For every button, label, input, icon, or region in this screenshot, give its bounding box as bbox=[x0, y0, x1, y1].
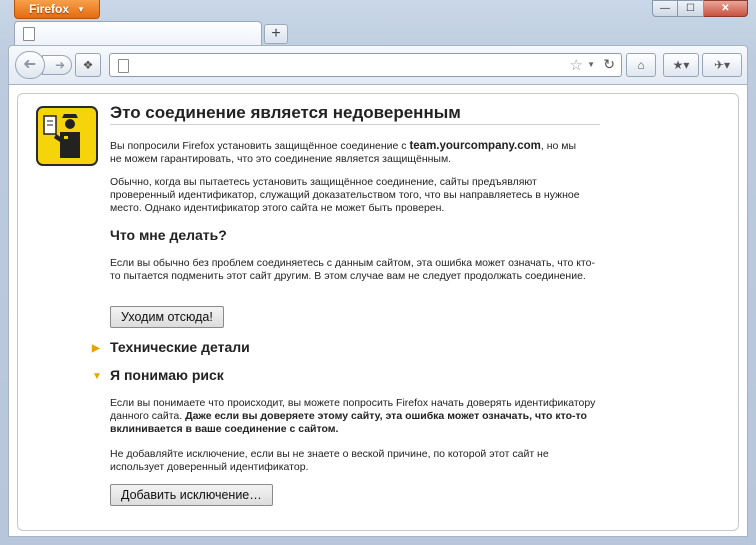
explanation-paragraph: Обычно, когда вы пытаетесь установить за… bbox=[110, 176, 580, 214]
home-icon: ⌂ bbox=[637, 58, 645, 72]
intro-prefix: Вы попросили Firefox установить защищённ… bbox=[110, 140, 410, 152]
technical-details-toggle[interactable]: ▶ Технические детали bbox=[92, 339, 250, 355]
bookmarks-button[interactable]: ★▾ bbox=[663, 53, 699, 77]
home-button[interactable]: ⌂ bbox=[626, 53, 656, 77]
close-button[interactable]: ✕ bbox=[704, 0, 748, 17]
chevron-down-icon[interactable]: ▼ bbox=[587, 60, 595, 69]
navigation-toolbar: ➜ ➜ ❖ ☆ ▼ ↻ ⌂ ★▾ ✈▾ bbox=[8, 45, 748, 85]
tab-active[interactable] bbox=[14, 21, 262, 45]
bookmarks-icon: ★▾ bbox=[672, 58, 690, 72]
cert-error-container: Это соединение является недоверенным Вы … bbox=[17, 93, 739, 531]
forward-button[interactable]: ➜ bbox=[42, 55, 72, 75]
group-icon: ❖ bbox=[82, 58, 94, 72]
page-title: Это соединение является недоверенным bbox=[110, 104, 600, 125]
window-controls: — ☐ ✕ bbox=[652, 0, 748, 17]
policeman-icon bbox=[36, 106, 98, 166]
back-button[interactable]: ➜ bbox=[15, 51, 45, 79]
addon-icon: ✈▾ bbox=[713, 58, 731, 72]
page-icon bbox=[23, 27, 35, 41]
firefox-menu-button[interactable]: Firefox ▼ bbox=[14, 0, 100, 19]
understand-risks-label: Я понимаю риск bbox=[110, 367, 224, 383]
maximize-button[interactable]: ☐ bbox=[678, 0, 704, 17]
add-exception-button[interactable]: Добавить исключение… bbox=[110, 484, 273, 506]
back-arrow-icon: ➜ bbox=[23, 56, 37, 73]
forward-arrow-icon: ➜ bbox=[54, 58, 66, 72]
minimize-button[interactable]: — bbox=[652, 0, 678, 17]
addon-button[interactable]: ✈▾ bbox=[702, 53, 742, 77]
url-bar[interactable]: ☆ ▼ ↻ bbox=[109, 53, 622, 77]
page-content: Это соединение является недоверенным Вы … bbox=[8, 85, 748, 537]
understand-risks-toggle[interactable]: ▼ Я понимаю риск bbox=[92, 367, 224, 383]
get-me-out-button[interactable]: Уходим отсюда! bbox=[110, 306, 224, 328]
nav-buttons: ➜ ➜ bbox=[15, 51, 73, 79]
technical-details-label: Технические детали bbox=[110, 339, 250, 355]
what-to-do-heading: Что мне делать? bbox=[110, 227, 227, 243]
domain-name: team.yourcompany.com bbox=[409, 140, 541, 152]
panorama-button[interactable]: ❖ bbox=[75, 53, 101, 77]
bookmark-star-icon[interactable]: ☆ bbox=[570, 56, 583, 74]
risk-paragraph: Если вы понимаете что происходит, вы мож… bbox=[110, 397, 600, 436]
intro-paragraph: Вы попросили Firefox установить защищённ… bbox=[110, 140, 580, 166]
firefox-menu-label: Firefox bbox=[29, 2, 70, 16]
what-to-do-paragraph: Если вы обычно без проблем соединяетесь … bbox=[110, 257, 595, 282]
reload-icon[interactable]: ↻ bbox=[603, 56, 615, 73]
no-exception-paragraph: Не добавляйте исключение, если вы не зна… bbox=[110, 448, 549, 473]
collapse-arrow-icon: ▼ bbox=[92, 371, 102, 382]
site-identity-icon bbox=[118, 59, 129, 73]
chevron-down-icon: ▼ bbox=[77, 4, 85, 14]
new-tab-button[interactable]: + bbox=[264, 24, 288, 44]
expand-arrow-icon: ▶ bbox=[92, 343, 100, 354]
